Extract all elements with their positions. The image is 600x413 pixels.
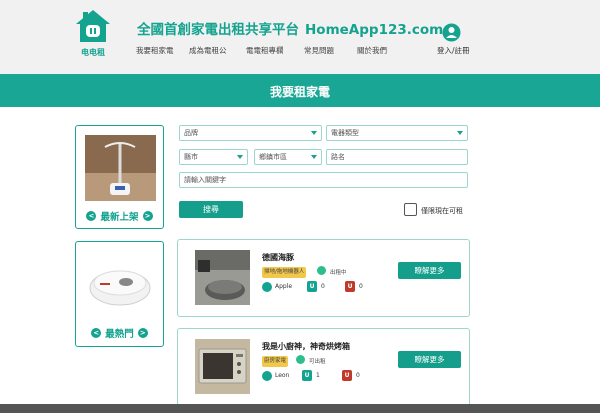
taskbar-strip [0, 404, 600, 413]
like-count: 1 [316, 372, 320, 379]
search-button[interactable]: 搜尋 [179, 201, 243, 218]
category-badge: 廚房家電 [262, 356, 289, 367]
dislike-count: 0 [359, 283, 363, 290]
nav-about[interactable]: 關於我們 [357, 45, 387, 56]
road-name-input[interactable]: 路名 [326, 149, 468, 165]
brand-select[interactable]: 品牌 [179, 125, 322, 141]
status-dot-icon [317, 266, 326, 275]
dropdown-caret-icon [311, 131, 317, 135]
newest-label: 最新上架 [100, 212, 139, 223]
page-title: 我要租家電 [269, 85, 330, 99]
dislike-icon[interactable]: U [345, 281, 355, 292]
site-header: 电电租 全國首創家電出租共享平台 HomeApp123.com 我要租家電 成為電… [0, 0, 600, 74]
owner-icon [262, 282, 272, 292]
popular-label-row: < 最熱門 > [76, 326, 163, 340]
popular-label: 最熱門 [105, 329, 134, 340]
arrow-right-icon[interactable]: > [142, 211, 153, 221]
owner-name[interactable]: Apple [275, 283, 292, 290]
like-icon[interactable]: U [302, 370, 312, 381]
nav-rent-appliance[interactable]: 我要租家電 [136, 45, 189, 56]
main-nav: 我要租家電 成為電租公 電電租專欄 常見問題 關於我們 [136, 45, 387, 56]
arrow-right-icon[interactable]: > [137, 328, 148, 338]
user-icon[interactable] [442, 23, 461, 42]
arrow-left-icon[interactable]: < [86, 211, 97, 221]
dropdown-caret-icon [457, 131, 463, 135]
keyword-input[interactable]: 請輸入關鍵字 [179, 172, 468, 188]
newest-label-row: < 最新上架 > [76, 209, 163, 223]
owner-name[interactable]: Leon [275, 372, 289, 379]
road-name-placeholder: 路名 [331, 153, 345, 161]
status-dot-icon [296, 355, 305, 364]
listing-image[interactable] [195, 339, 250, 394]
arrow-left-icon[interactable]: < [91, 328, 102, 338]
category-badge: 掃地/拖地機器人 [262, 267, 307, 278]
nav-column[interactable]: 電電租專欄 [246, 45, 304, 56]
site-domain: HomeApp123.com [305, 22, 444, 38]
district-select[interactable]: 鄉鎮市區 [254, 149, 322, 165]
nav-become-lender[interactable]: 成為電租公 [189, 45, 246, 56]
owner-icon [262, 371, 272, 381]
available-only-label: 僅限現在可租 [421, 207, 463, 215]
learn-more-button[interactable]: 瞭解更多 [398, 351, 461, 368]
dropdown-caret-icon [237, 155, 243, 159]
page-banner: 我要租家電 [0, 74, 600, 107]
dislike-icon[interactable]: U [342, 370, 352, 381]
newest-panel: < 最新上架 > [75, 125, 164, 229]
site-title: 全國首創家電出租共享平台 HomeApp123.com [137, 18, 443, 38]
popular-panel: < 最熱門 > [75, 241, 164, 347]
keyword-placeholder: 請輸入關鍵字 [184, 176, 226, 184]
listing-name: 我是小廚神，神奇烘烤箱 [262, 342, 350, 351]
listing-name: 德國海豚 [262, 253, 294, 262]
city-select-value: 縣市 [184, 153, 198, 161]
login-register-link[interactable]: 登入/註冊 [437, 45, 470, 56]
like-icon[interactable]: U [307, 281, 317, 292]
dropdown-caret-icon [311, 155, 317, 159]
nav-faq[interactable]: 常見問題 [304, 45, 357, 56]
newest-product-image[interactable] [85, 135, 156, 201]
like-count: 0 [321, 283, 325, 290]
popular-product-image[interactable] [84, 256, 156, 312]
site-title-text: 全國首創家電出租共享平台 [137, 22, 299, 38]
site-logo[interactable]: 电电租 [73, 9, 113, 59]
available-only-checkbox[interactable] [404, 203, 417, 216]
brand-select-value: 品牌 [184, 129, 198, 137]
city-select[interactable]: 縣市 [179, 149, 248, 165]
status-text: 出租中 [330, 270, 347, 276]
district-select-value: 鄉鎮市區 [259, 153, 287, 161]
dislike-count: 0 [356, 372, 360, 379]
status-text: 可出租 [309, 359, 326, 365]
house-logo-icon [76, 10, 110, 42]
listing-card: 德國海豚 掃地/拖地機器人 出租中 Apple U 0 U 0 瞭解更多 [177, 239, 470, 317]
logo-text: 电电租 [81, 48, 105, 57]
appliance-type-select[interactable]: 電器類型 [326, 125, 468, 141]
listing-image[interactable] [195, 250, 250, 305]
appliance-type-select-value: 電器類型 [331, 129, 359, 137]
learn-more-button[interactable]: 瞭解更多 [398, 262, 461, 279]
listing-card: 我是小廚神，神奇烘烤箱 廚房家電 可出租 Leon U 1 U 0 瞭解更多 [177, 328, 470, 406]
